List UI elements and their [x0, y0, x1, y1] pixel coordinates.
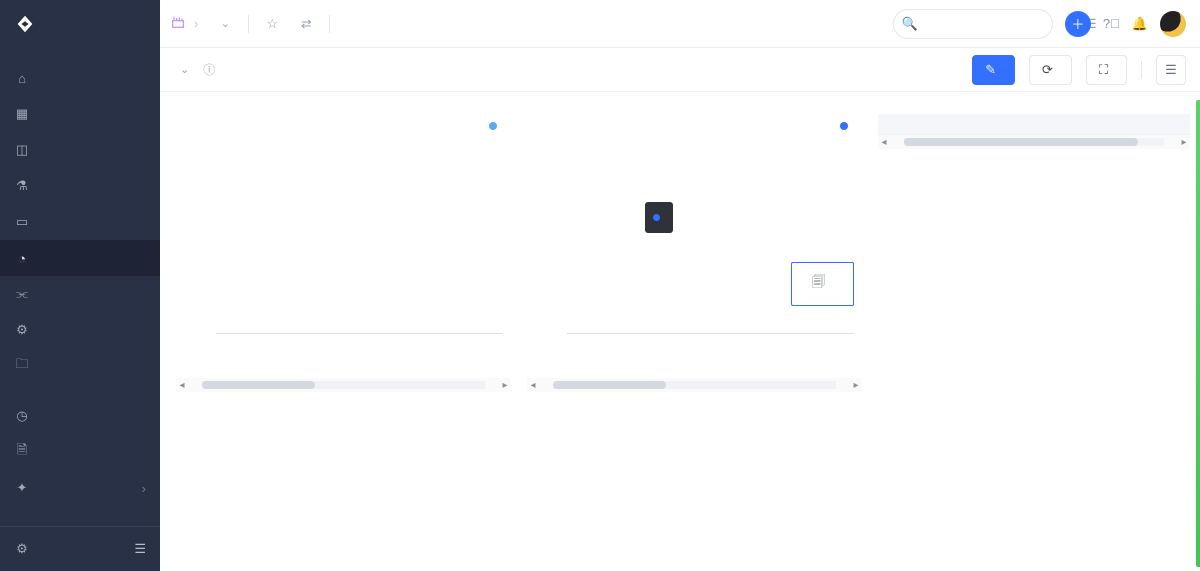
notifications-icon[interactable]: 🔔 — [1132, 16, 1148, 32]
fullscreen-button[interactable]: ⛶ — [1086, 55, 1127, 85]
grid-icon: ▦ — [14, 106, 30, 122]
horizontal-scrollbar[interactable]: ◂▸ — [527, 378, 862, 392]
brand-logo-icon — [14, 13, 36, 35]
sidebar-item-performance[interactable]: ◔ — [0, 240, 160, 276]
separator — [329, 15, 330, 33]
sidebar-item-custom-app[interactable]: ✦› — [0, 470, 160, 506]
detail-icon: 🗐 — [812, 273, 825, 295]
chevron-down-icon: ⌄ — [180, 63, 189, 76]
scroll-left-icon[interactable]: ◂ — [176, 380, 188, 391]
chart-legend — [489, 122, 503, 130]
folder-icon: 🗀 — [14, 358, 30, 374]
view-detail-button[interactable]: 🗐 — [791, 262, 854, 306]
story-points-table — [878, 114, 1190, 135]
chevron-right-icon: › — [142, 481, 146, 496]
search-input-wrap[interactable]: 🔍 ☰ — [893, 9, 1053, 39]
clock-icon: ◷ — [14, 408, 30, 424]
col-fe-points[interactable] — [1077, 114, 1134, 135]
breadcrumb: › ⌄ — [170, 13, 236, 35]
separator — [1141, 61, 1142, 79]
separator — [248, 15, 249, 33]
plot-area — [216, 142, 503, 334]
table-header-row — [878, 114, 1190, 135]
chart-legend — [840, 122, 854, 130]
card-story-points: ◂▸ — [878, 108, 1190, 555]
manage-reports-button[interactable]: ✎ — [972, 55, 1015, 85]
sidebar-footer: ⚙ ☰ — [0, 526, 160, 571]
scrollbar-thumb[interactable] — [904, 138, 1138, 146]
sidebar-item-test[interactable]: ⚗ — [0, 168, 160, 204]
sidebar-item-scheduled-report[interactable]: 🗎 — [0, 434, 160, 470]
line-chart: 🗐 — [527, 114, 862, 374]
x-axis — [216, 333, 503, 334]
cube-icon: ◫ — [14, 142, 30, 158]
card-lead-time: ◂▸ — [176, 108, 511, 555]
sidebar-item-product[interactable]: ▦ — [0, 96, 160, 132]
bolt-icon: ⚙ — [14, 322, 30, 338]
sidebar-item-program[interactable]: 🗀 — [0, 348, 160, 384]
horizontal-scrollbar[interactable]: ◂▸ — [878, 135, 1190, 149]
x-axis — [567, 333, 854, 334]
info-icon: ⓘ — [203, 61, 215, 78]
topbar: › ⌄ ☆ ⇄ 🔍 ☰ ＋ ?⃝ 🔔 — [160, 0, 1200, 48]
right-edge-indicator — [1196, 100, 1200, 567]
card-biz-value: 🗐 ◂▸ — [527, 108, 862, 555]
main: › ⌄ ☆ ⇄ 🔍 ☰ ＋ ?⃝ 🔔 ⌄ ⓘ ✎ — [160, 0, 1200, 571]
add-button[interactable]: ＋ — [1065, 11, 1091, 37]
sidebar-item-collab[interactable]: ⫘ — [0, 276, 160, 312]
edit-icon: ✎ — [985, 62, 996, 78]
col-be-points[interactable] — [1133, 114, 1190, 135]
book-icon: ▭ — [14, 214, 30, 230]
bar-chart — [176, 114, 511, 374]
brand-row — [0, 0, 160, 48]
star-icon[interactable]: ☆ — [261, 13, 283, 35]
dashboard-selector[interactable]: ⌄ — [174, 63, 189, 76]
table-wrap: ◂▸ — [878, 114, 1190, 149]
scroll-right-icon[interactable]: ▸ — [1178, 137, 1190, 148]
scrollbar-thumb[interactable] — [202, 381, 315, 389]
col-iteration[interactable] — [878, 114, 1020, 135]
sidebar-item-automation[interactable]: ⚙ — [0, 312, 160, 348]
sidebar-item-knowledge[interactable]: ▭ — [0, 204, 160, 240]
puzzle-icon: ✦ — [14, 480, 30, 496]
legend-dot-icon — [840, 122, 848, 130]
scroll-left-icon[interactable]: ◂ — [878, 137, 890, 148]
fullscreen-icon: ⛶ — [1099, 62, 1108, 78]
scroll-right-icon[interactable]: ▸ — [850, 380, 862, 391]
scroll-left-icon[interactable]: ◂ — [527, 380, 539, 391]
module-icon — [170, 14, 186, 33]
legend-dot-icon — [489, 122, 497, 130]
refresh-icon: ⟳ — [1042, 62, 1053, 78]
flask-icon: ⚗ — [14, 178, 30, 194]
tabs — [348, 0, 374, 48]
search-input[interactable] — [924, 17, 1079, 31]
breadcrumb-sep-icon: › — [194, 16, 198, 31]
scrollbar-thumb[interactable] — [553, 381, 666, 389]
col-story-points[interactable] — [1020, 114, 1077, 135]
sidebar-item-workbench[interactable]: ⌂ — [0, 60, 160, 96]
breadcrumb-dropdown-icon[interactable]: ⌄ — [214, 13, 236, 35]
avatar[interactable] — [1160, 11, 1186, 37]
swap-icon[interactable]: ⇄ — [295, 13, 317, 35]
dashboard-content: ◂▸ 🗐 ◂▸ — [160, 92, 1200, 571]
gauge-icon: ◔ — [14, 250, 30, 266]
home-icon: ⌂ — [14, 70, 30, 86]
subbar: ⌄ ⓘ ✎ ⟳ ⛶ ☰ — [160, 48, 1200, 92]
help-icon[interactable]: ?⃝ — [1103, 16, 1120, 31]
refresh-button[interactable]: ⟳ — [1029, 55, 1072, 85]
sidebar-item-timesheet[interactable]: ◷ — [0, 398, 160, 434]
sidebar: ⌂ ▦ ◫ ⚗ ▭ ◔ ⫘ ⚙ 🗀 ◷ 🗎 ✦› ⚙ ☰ — [0, 0, 160, 571]
collapse-sidebar-icon[interactable]: ☰ — [134, 541, 146, 557]
search-icon: 🔍 — [902, 16, 918, 32]
scroll-right-icon[interactable]: ▸ — [499, 380, 511, 391]
sidebar-item-project[interactable]: ◫ — [0, 132, 160, 168]
settings-icon: ⚙ — [14, 541, 30, 557]
horizontal-scrollbar[interactable]: ◂▸ — [176, 378, 511, 392]
report-icon: 🗎 — [14, 444, 30, 460]
sidebar-nav: ⌂ ▦ ◫ ⚗ ▭ ◔ ⫘ ⚙ 🗀 ◷ 🗎 ✦› — [0, 48, 160, 526]
link-icon: ⫘ — [14, 286, 30, 302]
list-view-button[interactable]: ☰ — [1156, 55, 1186, 85]
stat-info: ⓘ — [203, 61, 221, 78]
